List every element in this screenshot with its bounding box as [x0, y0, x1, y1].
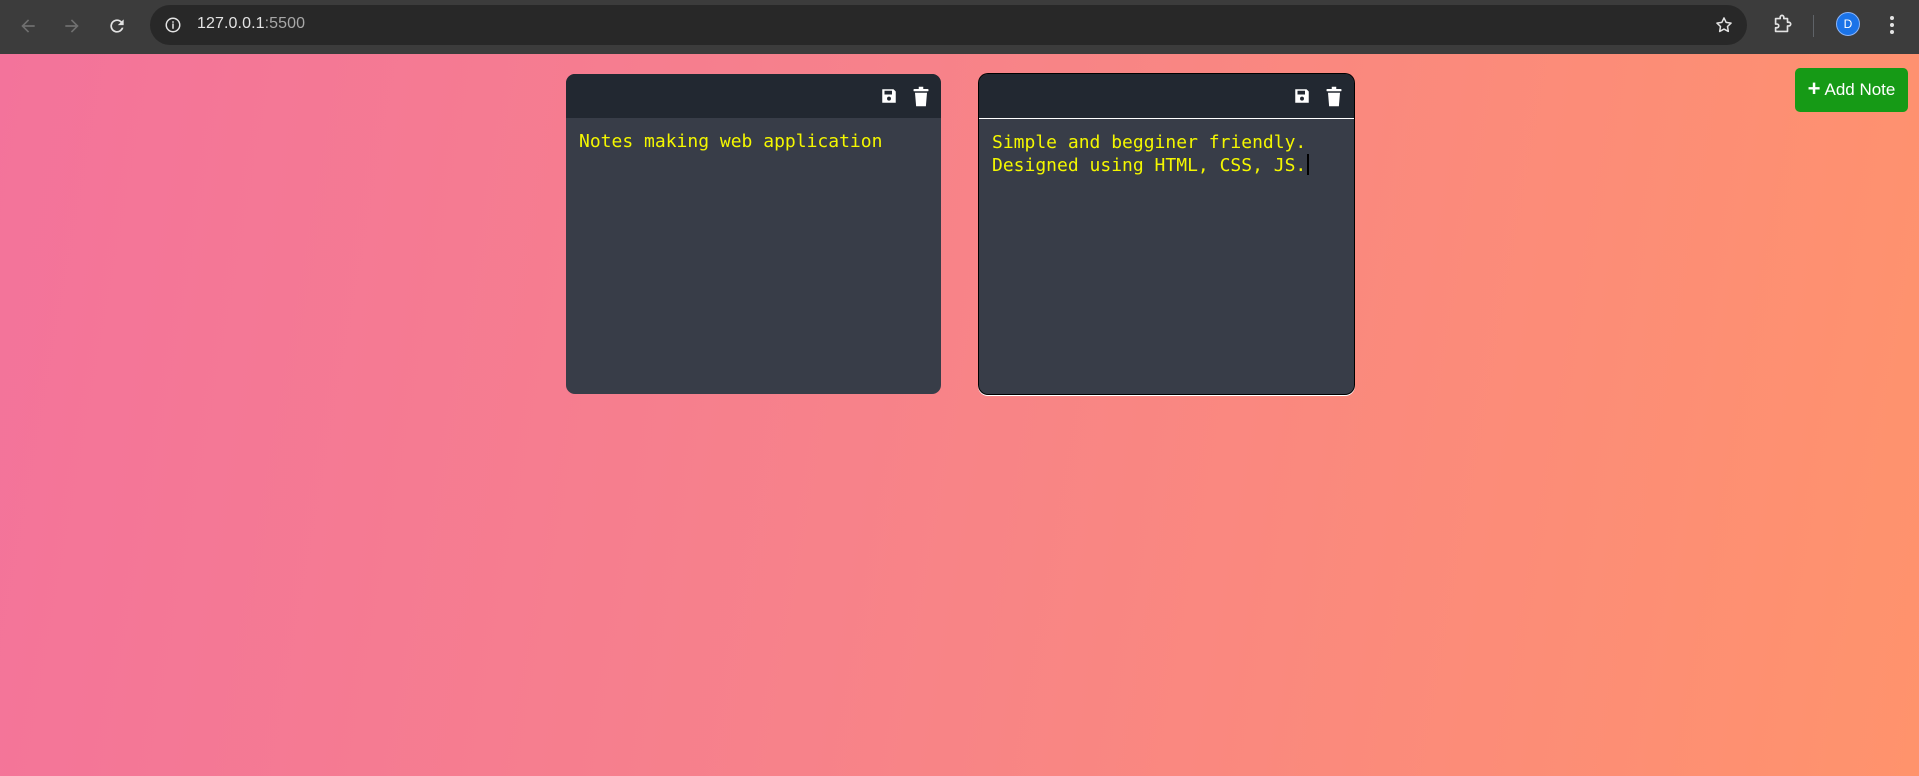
delete-note-button[interactable] — [1324, 85, 1344, 107]
delete-note-button[interactable] — [911, 85, 931, 107]
note-toolbar — [566, 74, 941, 118]
save-icon — [882, 89, 896, 103]
reload-button[interactable] — [101, 10, 133, 42]
trash-icon — [1326, 86, 1342, 106]
note-textarea[interactable]: Simple and begginer friendly. Designed u… — [979, 118, 1354, 394]
note-text[interactable]: Notes making web application — [566, 118, 941, 165]
note-text[interactable]: Simple and begginer friendly. Designed u… — [992, 132, 1306, 176]
extensions-button[interactable] — [1768, 11, 1796, 39]
info-icon — [165, 17, 181, 33]
note-card-active: Simple and begginer friendly. Designed u… — [979, 74, 1354, 394]
toolbar-divider — [1813, 15, 1814, 37]
note-toolbar — [979, 74, 1354, 118]
trash-icon — [913, 86, 929, 106]
add-note-label: Add Note — [1824, 80, 1896, 99]
arrow-left-icon — [21, 19, 35, 33]
kebab-menu-icon — [1890, 16, 1894, 34]
url-port: :5500 — [264, 15, 306, 32]
star-icon — [1716, 17, 1732, 33]
note-text-container[interactable]: Simple and begginer friendly. Designed u… — [979, 119, 1354, 189]
save-note-button[interactable] — [1292, 85, 1312, 107]
url-host: 127.0.0.1 — [197, 15, 265, 32]
browser-toolbar: 127.0.0.1:5500 D — [0, 0, 1919, 54]
save-icon — [1295, 89, 1309, 103]
add-note-button[interactable]: + Add Note — [1795, 68, 1908, 112]
save-note-button[interactable] — [879, 85, 899, 107]
back-button[interactable] — [12, 10, 44, 42]
browser-menu-button[interactable] — [1880, 13, 1904, 37]
profile-avatar[interactable]: D — [1836, 12, 1860, 36]
reload-icon — [110, 19, 124, 33]
text-caret — [1307, 154, 1310, 175]
forward-button[interactable] — [56, 10, 88, 42]
note-textarea[interactable]: Notes making web application — [566, 118, 941, 165]
arrow-right-icon — [65, 19, 79, 33]
page-viewport: Notes making web application Simple and … — [0, 54, 1919, 776]
plus-icon: + — [1807, 76, 1821, 101]
site-info-button[interactable] — [162, 14, 184, 36]
puzzle-icon — [1774, 14, 1792, 33]
bookmark-button[interactable] — [1713, 14, 1735, 36]
note-card: Notes making web application — [566, 74, 941, 394]
url-text[interactable]: 127.0.0.1:5500 — [197, 15, 305, 33]
address-bar[interactable]: 127.0.0.1:5500 — [150, 5, 1747, 45]
